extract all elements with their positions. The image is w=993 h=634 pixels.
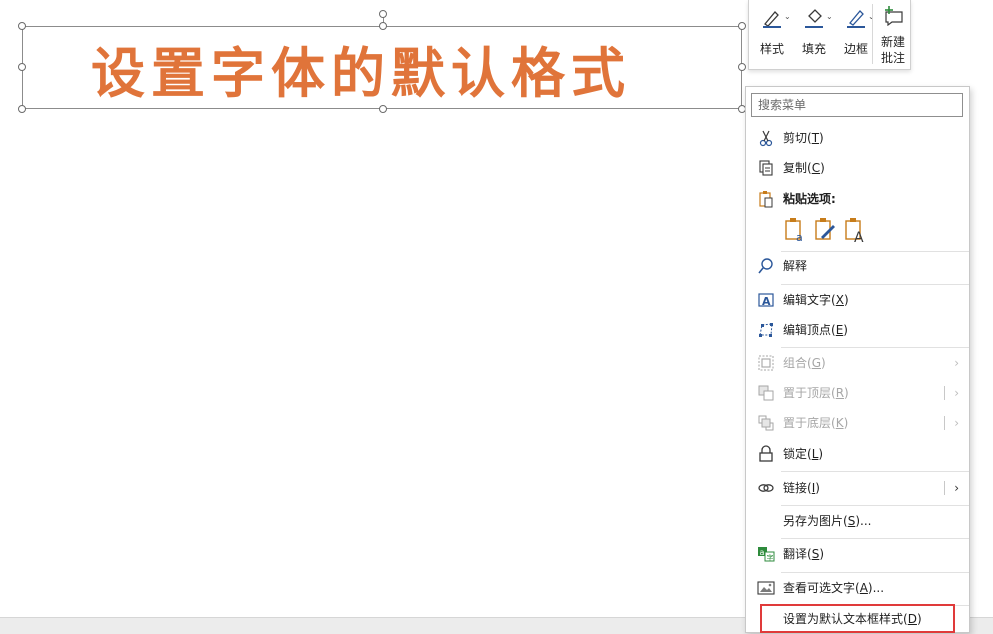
text-box-icon: A (758, 293, 774, 308)
menu-item-label: 剪切(T) (783, 131, 824, 145)
chevron-down-icon: ⌄ (784, 12, 791, 21)
menu-item-explain[interactable]: 解释 (746, 253, 969, 279)
menu-item-cut[interactable]: 剪切(T) (746, 125, 969, 151)
menu-item-label: 锁定(L) (783, 447, 824, 461)
fill-button[interactable]: ⌄ 填充 (795, 0, 833, 70)
new-comment-icon (885, 6, 903, 26)
menu-item-link[interactable]: 链接(I) › (746, 475, 969, 501)
border-button[interactable]: ⌄ 边框 (837, 0, 875, 70)
menu-item-copy[interactable]: 复制(C) (746, 155, 969, 181)
resize-handle-top-middle[interactable] (379, 22, 387, 30)
split-divider (944, 416, 945, 430)
translate-icon: a 字 (758, 547, 775, 562)
menu-item-edit-points[interactable]: 编辑顶点(E) (746, 317, 969, 343)
resize-handle-left-middle[interactable] (18, 63, 26, 71)
textbox-title[interactable]: 设置字体的默认格式 (1, 27, 721, 110)
menu-item-label: 设置为默认文本框样式(D) (783, 612, 922, 626)
alt-text-icon (757, 581, 775, 595)
menu-item-label: 解释 (783, 259, 808, 273)
edit-points-icon (759, 323, 773, 337)
svg-text:A: A (762, 295, 771, 308)
chevron-right-icon: › (954, 416, 959, 430)
chevron-right-icon: › (954, 386, 959, 400)
send-to-back-icon (758, 415, 774, 431)
menu-item-label: 编辑顶点(E) (783, 323, 848, 337)
border-label: 边框 (843, 42, 868, 56)
chevron-right-icon[interactable]: › (954, 475, 959, 501)
menu-item-lock[interactable]: 锁定(L) (746, 441, 969, 467)
resize-handle-top-right[interactable] (738, 22, 746, 30)
menu-item-label: 另存为图片(S)... (783, 514, 872, 528)
menu-item-label: 组合(G) (783, 356, 826, 370)
bring-to-front-icon (758, 385, 774, 401)
svg-text:a: a (760, 548, 765, 557)
menu-search-input[interactable]: 搜索菜单 (751, 93, 963, 117)
style-button[interactable]: ⌄ 样式 (753, 0, 791, 70)
clipboard-icon (759, 191, 773, 208)
chevron-down-icon: ⌄ (826, 12, 833, 21)
resize-handle-bottom-left[interactable] (18, 105, 26, 113)
svg-text:a: a (796, 231, 803, 243)
menu-separator (781, 538, 969, 539)
group-icon (758, 355, 774, 371)
link-icon (758, 484, 774, 492)
menu-item-label: 置于底层(K) (783, 416, 849, 430)
menu-item-view-alt-text[interactable]: 查看可选文字(A)... (746, 575, 969, 601)
scissors-icon (759, 130, 773, 147)
menu-item-label: 链接(I) (783, 481, 820, 495)
resize-handle-top-left[interactable] (18, 22, 26, 30)
menu-separator (781, 471, 969, 472)
menu-separator (781, 572, 969, 573)
menu-item-label: 置于顶层(R) (783, 386, 849, 400)
resize-handle-bottom-middle[interactable] (379, 105, 387, 113)
toolbar-divider (872, 4, 873, 64)
svg-text:A: A (854, 230, 864, 243)
mini-toolbar: ⌄ 样式 ⌄ 填充 ⌄ 边框 新建 批注 (748, 0, 911, 70)
paste-keep-source-formatting-icon[interactable]: a (783, 217, 807, 243)
menu-separator (781, 284, 969, 285)
resize-handle-right-middle[interactable] (738, 63, 746, 71)
selected-textbox[interactable]: 设置字体的默认格式 (22, 26, 742, 109)
menu-separator (781, 347, 969, 348)
split-divider (944, 386, 945, 400)
rotation-handle[interactable] (379, 10, 387, 18)
style-label: 样式 (759, 42, 784, 56)
menu-item-label: 编辑文字(X) (783, 293, 849, 307)
paste-picture-icon[interactable] (813, 217, 837, 243)
copy-icon (759, 160, 773, 176)
menu-item-group: 组合(G) › (746, 350, 969, 376)
menu-separator (781, 251, 969, 252)
search-icon (758, 258, 773, 274)
split-divider (944, 481, 945, 495)
chevron-right-icon: › (954, 356, 959, 370)
menu-separator (781, 505, 969, 506)
lock-icon (759, 445, 773, 462)
new-comment-label-line1: 新建 (880, 35, 905, 49)
new-comment-button[interactable]: 新建 批注 (875, 0, 911, 70)
shape-style-icon (763, 11, 781, 28)
menu-item-save-as-picture[interactable]: 另存为图片(S)... (746, 508, 969, 534)
menu-item-label: 翻译(S) (783, 547, 825, 561)
menu-item-label: 粘贴选项: (783, 192, 836, 206)
pen-outline-icon (847, 10, 865, 28)
menu-item-label: 查看可选文字(A)... (783, 581, 885, 595)
context-menu: 搜索菜单 剪切(T) 复制(C) 粘贴选项: a A 解释 A 编辑文字(X) … (745, 86, 970, 633)
menu-item-paste-options: 粘贴选项: (746, 186, 969, 212)
paint-bucket-icon (805, 9, 823, 28)
new-comment-label-line2: 批注 (880, 51, 905, 65)
menu-item-translate[interactable]: a 字 翻译(S) (746, 541, 969, 567)
menu-item-send-to-back: 置于底层(K) › (746, 410, 969, 436)
menu-item-set-default-textbox-style[interactable]: 设置为默认文本框样式(D) (746, 606, 969, 632)
menu-item-edit-text[interactable]: A 编辑文字(X) (746, 287, 969, 313)
menu-item-label: 复制(C) (783, 161, 825, 175)
fill-label: 填充 (801, 42, 826, 56)
paste-text-only-icon[interactable]: A (843, 217, 867, 243)
menu-item-bring-to-front: 置于顶层(R) › (746, 380, 969, 406)
svg-text:字: 字 (767, 553, 774, 562)
